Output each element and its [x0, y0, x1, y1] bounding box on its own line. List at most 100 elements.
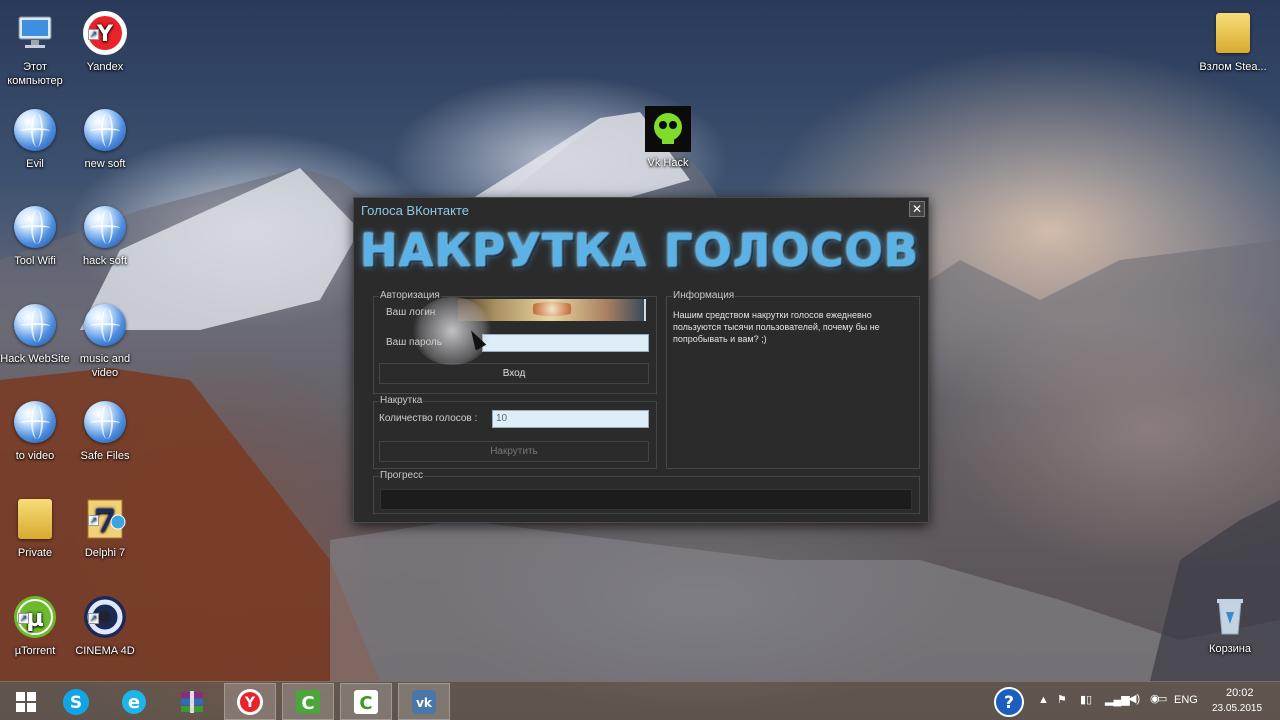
recycle-bin-icon — [1207, 592, 1253, 638]
desktop-icon-music-and-video[interactable]: music and video — [70, 302, 140, 380]
show-hidden-icons-icon[interactable]: ▲ — [1038, 694, 1049, 706]
dialog-banner: НАКРУТКА ГОЛОСОВ — [360, 224, 920, 277]
signal-icon[interactable]: ▂▄▆ — [1105, 693, 1130, 706]
internet-explorer-icon: e — [122, 689, 146, 714]
help-icon[interactable]: ? — [994, 687, 1024, 720]
desktop-icon-new-soft[interactable]: new soft — [70, 107, 140, 171]
password-input[interactable] — [482, 334, 649, 352]
flag-icon[interactable]: ⚑ — [1057, 693, 1067, 706]
taskbar-yandex-browser[interactable]: Y — [224, 683, 276, 720]
desktop-icon-label: to video — [15, 450, 55, 462]
desktop-icon-cinema-4d[interactable]: ↗ CINEMA 4D — [70, 594, 140, 658]
shortcut-arrow-icon: ↗ — [88, 515, 99, 526]
auth-group-label: Авторизация — [379, 290, 441, 301]
svg-text:vk: vk — [416, 696, 433, 710]
clock-date[interactable]: 23.05.2015 — [1212, 703, 1262, 714]
desktop-icon-private[interactable]: Private — [0, 496, 70, 560]
desktop-icon-to-video[interactable]: to video — [0, 399, 70, 463]
yandex-browser-icon: Y — [237, 688, 263, 715]
desktop-icon-label: music and video — [79, 353, 131, 379]
volume-icon[interactable]: ◀) — [1128, 692, 1140, 705]
info-group: Информация Нашим средством накрутки голо… — [666, 290, 920, 469]
input-language[interactable]: ENG — [1174, 694, 1198, 706]
battery-icon[interactable]: ▮▯ — [1080, 693, 1092, 706]
progress-group: Прогресс — [373, 470, 920, 514]
desktop-icon-utorrent[interactable]: µ ↗ µTorrent — [0, 594, 70, 658]
clock-time[interactable]: 20:02 — [1226, 687, 1254, 699]
boost-button[interactable]: Накрутить — [379, 441, 649, 462]
desktop-icon-label: Корзина — [1209, 643, 1251, 655]
desktop-icon-vk-hack[interactable]: Vk Hack — [633, 106, 703, 170]
desktop-icon-hack-website[interactable]: Hack WebSite — [0, 302, 70, 366]
boost-group: Накрутка Количество голосов : 10 Накрути… — [373, 395, 657, 469]
desktop-icon-label: CINEMA 4D — [75, 645, 135, 657]
utorrent-icon: µ ↗ — [12, 594, 58, 640]
camtasia-recorder-icon: C — [354, 689, 378, 714]
dialog-title: Голоса ВКонтакте — [361, 203, 469, 218]
globe-icon — [82, 107, 128, 153]
info-group-label: Информация — [672, 290, 736, 301]
skype-icon: S — [63, 688, 89, 715]
taskbar-internet-explorer[interactable]: e — [108, 683, 160, 720]
folder-icon — [12, 496, 58, 542]
taskbar: S e Y C C vk ? ▲ ⚑ ▮▯ ▂▄▆ ◀) ◉ ▭ ENG 20:… — [0, 681, 1280, 720]
winrar-icon — [181, 690, 203, 713]
vote-count-input[interactable]: 10 — [492, 410, 649, 428]
svg-text:C: C — [301, 693, 314, 714]
taskbar-vk[interactable]: vk — [398, 683, 450, 720]
globe-icon — [12, 107, 58, 153]
svg-text:?: ? — [1004, 693, 1014, 713]
desktop-icon-label: hack soft — [82, 255, 128, 267]
desktop-icon-label: Этот компьютер — [7, 61, 63, 87]
yandex-icon: Y ↗ — [82, 10, 128, 56]
desktop-icon-tool-wifi[interactable]: Tool Wifi — [0, 204, 70, 268]
globe-icon — [82, 204, 128, 250]
globe-icon — [82, 302, 128, 348]
desktop-icon-label: Private — [17, 547, 53, 559]
desktop-icon-label: new soft — [84, 158, 126, 170]
desktop-icon-steam-hack[interactable]: Взлом Stea... — [1193, 10, 1273, 74]
smoke-overlay — [412, 297, 492, 365]
display-icon[interactable]: ▭ — [1157, 692, 1167, 705]
desktop-icon-label: Hack WebSite — [0, 353, 70, 365]
cinema-4d-icon: ↗ — [82, 594, 128, 640]
desktop-icon-safe-files[interactable]: Safe Files — [70, 399, 140, 463]
globe-icon — [12, 399, 58, 445]
desktop-icon-this-pc[interactable]: Этот компьютер — [0, 10, 70, 88]
desktop-icon-label: µTorrent — [14, 645, 56, 657]
desktop-icon-recycle-bin[interactable]: Корзина — [1195, 592, 1265, 656]
computer-icon — [12, 10, 58, 56]
vk-icon: vk — [412, 689, 436, 714]
svg-text:Y: Y — [244, 695, 256, 711]
shortcut-arrow-icon: ↗ — [88, 613, 99, 624]
desktop-icon-hack-soft[interactable]: hack soft — [70, 204, 140, 268]
camtasia-icon: C — [296, 689, 320, 714]
shortcut-arrow-icon: ↗ — [88, 29, 99, 40]
desktop-icon-delphi-7[interactable]: 7 ↗ Delphi 7 — [70, 496, 140, 560]
globe-icon — [12, 302, 58, 348]
folder-icon — [1210, 10, 1256, 56]
desktop-icon-label: Взлом Stea... — [1199, 61, 1267, 73]
svg-text:S: S — [70, 693, 82, 713]
svg-text:C: C — [359, 693, 372, 714]
taskbar-camtasia-recorder[interactable]: C — [340, 683, 392, 720]
desktop-icon-evil[interactable]: Evil — [0, 107, 70, 171]
delphi-icon: 7 ↗ — [82, 496, 128, 542]
desktop-icon-label: Safe Files — [80, 450, 130, 462]
globe-icon — [12, 204, 58, 250]
desktop-icon-label: Tool Wifi — [14, 255, 56, 267]
taskbar-camtasia[interactable]: C — [282, 683, 334, 720]
boost-group-label: Накрутка — [379, 395, 424, 406]
close-button[interactable]: ✕ — [909, 201, 925, 217]
shortcut-arrow-icon: ↗ — [18, 613, 29, 624]
progress-bar — [380, 489, 912, 510]
desktop-icon-yandex[interactable]: Y ↗ Yandex — [70, 10, 140, 74]
login-button[interactable]: Вход — [379, 363, 649, 384]
desktop-icon-label: Delphi 7 — [84, 547, 126, 559]
taskbar-skype[interactable]: S — [50, 683, 102, 720]
desktop-icon-label: Yandex — [86, 61, 124, 73]
globe-icon — [82, 399, 128, 445]
info-text: Нашим средством накрутки голосов ежеднев… — [673, 310, 880, 344]
start-button[interactable] — [0, 683, 52, 720]
taskbar-winrar[interactable] — [166, 683, 218, 720]
